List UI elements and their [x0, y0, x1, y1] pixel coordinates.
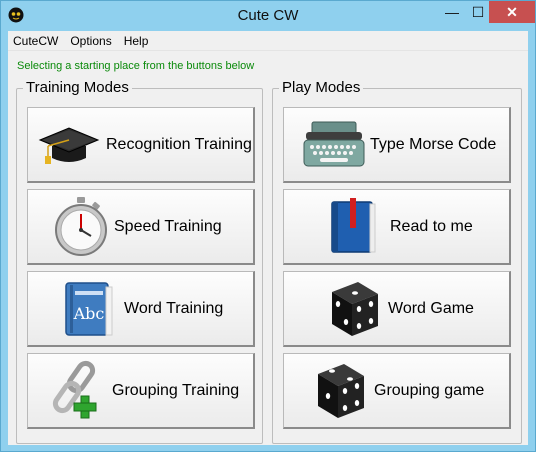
menu-bar: CuteCW Options Help — [8, 31, 528, 51]
app-window: Cute CW — ☐ ✕ CuteCW Options Help Select… — [0, 0, 536, 452]
speed-training-button[interactable]: Speed Training — [27, 189, 255, 265]
minimize-button[interactable]: — — [439, 1, 465, 23]
chain-link-add-icon — [52, 360, 97, 418]
dice-icon — [318, 363, 364, 418]
grouping-game-label: Grouping game — [374, 381, 485, 399]
graduation-cap-icon — [38, 126, 100, 164]
recognition-training-label: Recognition Training — [106, 135, 252, 153]
type-morse-code-label: Type Morse Code — [370, 135, 497, 153]
close-button[interactable]: ✕ — [489, 1, 535, 23]
dice-icon — [332, 281, 378, 336]
instruction-text: Selecting a starting place from the butt… — [17, 60, 255, 72]
play-modes-group: Play Modes Type Morse Code Read to me Wo… — [272, 79, 522, 444]
word-game-button[interactable]: Word Game — [283, 271, 511, 347]
svg-text:Abc: Abc — [73, 304, 105, 323]
menu-options[interactable]: Options — [64, 34, 117, 48]
play-modes-title: Play Modes — [279, 79, 364, 96]
type-morse-code-button[interactable]: Type Morse Code — [283, 107, 511, 183]
word-training-label: Word Training — [124, 299, 224, 317]
menu-help[interactable]: Help — [118, 34, 155, 48]
menu-cutecw[interactable]: CuteCW — [8, 34, 64, 48]
grouping-training-label: Grouping Training — [112, 381, 240, 399]
recognition-training-button[interactable]: Recognition Training — [27, 107, 255, 183]
grouping-training-button[interactable]: Grouping Training — [27, 353, 255, 429]
typewriter-icon — [303, 121, 365, 166]
client-area: CuteCW Options Help Selecting a starting… — [8, 31, 528, 445]
word-training-button[interactable]: Abc Word Training — [27, 271, 255, 347]
grouping-game-button[interactable]: Grouping game — [283, 353, 511, 429]
read-to-me-label: Read to me — [390, 217, 473, 235]
word-game-label: Word Game — [388, 299, 474, 317]
training-modes-group: Training Modes Recognition Training Spee… — [16, 79, 263, 444]
dictionary-book-icon: Abc — [65, 281, 113, 336]
maximize-button[interactable]: ☐ — [465, 1, 491, 23]
training-modes-title: Training Modes — [23, 79, 132, 96]
title-bar[interactable]: Cute CW — ☐ ✕ — [1, 1, 535, 31]
stopwatch-icon — [55, 196, 107, 256]
read-to-me-button[interactable]: Read to me — [283, 189, 511, 265]
blue-book-icon — [331, 197, 376, 253]
speed-training-label: Speed Training — [114, 217, 222, 235]
